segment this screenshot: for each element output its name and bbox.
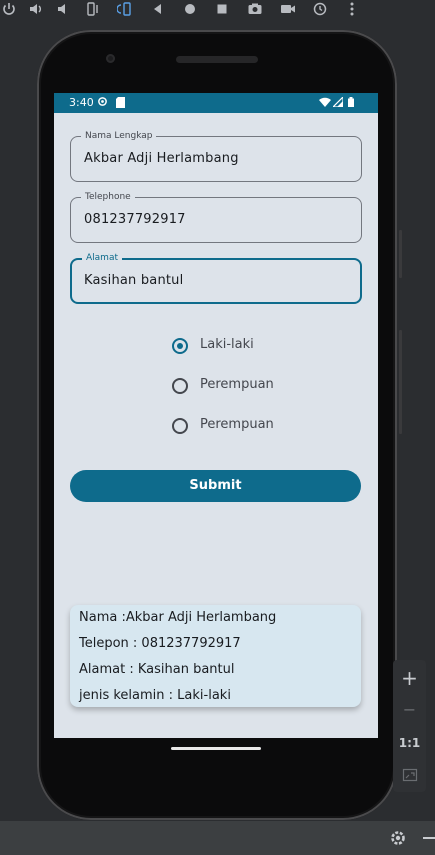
result-card: Nama :Akbar Adji Herlambang Telepon : 08… — [70, 605, 361, 707]
settings-gear-icon[interactable] — [389, 829, 407, 851]
emulator-toolbar — [0, 0, 435, 18]
power-icon[interactable] — [0, 0, 18, 18]
battery-icon — [348, 97, 354, 110]
phone-field[interactable]: Telephone 081237792917 — [70, 190, 362, 243]
result-address: Alamat : Kasihan bantul — [79, 662, 235, 677]
minimize-icon[interactable] — [423, 837, 435, 839]
result-phone: Telepon : 081237792917 — [79, 636, 241, 651]
radio-button[interactable] — [172, 418, 188, 434]
rotate-left-icon[interactable] — [84, 0, 102, 18]
phone-field-value: 081237792917 — [84, 212, 186, 227]
home-icon[interactable] — [181, 0, 199, 18]
zoom-in-button[interactable]: + — [393, 663, 426, 693]
status-time: 3:40 — [69, 96, 94, 109]
address-field-value: Kasihan bantul — [84, 273, 184, 288]
fit-screen-icon[interactable] — [393, 760, 426, 790]
volume-key — [399, 230, 402, 278]
signal-icon — [331, 95, 344, 110]
gender-option-label: Perempuan — [200, 417, 274, 432]
gender-option-label: Perempuan — [200, 377, 274, 392]
volume-down-icon[interactable] — [54, 0, 72, 18]
actual-size-button[interactable]: 1:1 — [393, 728, 426, 758]
gender-option-label: Laki-laki — [200, 337, 254, 352]
front-camera — [106, 54, 115, 63]
snapshot-icon[interactable] — [311, 0, 329, 18]
wifi-icon — [319, 97, 331, 110]
power-key — [399, 330, 402, 434]
app-screen: 3:40 Nama Lengkap Akbar Adji Herlambang … — [54, 93, 378, 738]
phone-field-label: Telephone — [81, 190, 135, 204]
settings-status-icon — [97, 96, 108, 110]
address-field[interactable]: Alamat Kasihan bantul — [70, 251, 362, 304]
radio-button[interactable] — [172, 378, 188, 394]
rotate-right-icon[interactable] — [116, 0, 134, 18]
result-gender: jenis kelamin : Laki-laki — [79, 688, 231, 703]
back-icon[interactable] — [149, 0, 167, 18]
name-field[interactable]: Nama Lengkap Akbar Adji Herlambang — [70, 129, 362, 182]
status-bar: 3:40 — [54, 93, 378, 113]
result-name: Nama :Akbar Adji Herlambang — [79, 610, 277, 625]
more-menu-icon[interactable] — [343, 0, 361, 18]
zoom-out-button[interactable]: − — [393, 695, 426, 725]
emulator-bottom-bar — [0, 821, 435, 855]
volume-up-icon[interactable] — [27, 0, 45, 18]
earpiece-speaker — [176, 56, 258, 63]
submit-button[interactable]: Submit — [70, 470, 361, 502]
address-field-label: Alamat — [82, 251, 122, 265]
emulator-zoom-panel: + − 1:1 — [393, 660, 426, 792]
camera-icon[interactable] — [246, 0, 264, 18]
sd-card-icon — [116, 97, 125, 111]
gesture-nav-bar[interactable] — [171, 747, 261, 750]
name-field-label: Nama Lengkap — [81, 129, 157, 143]
name-field-value: Akbar Adji Herlambang — [84, 151, 239, 166]
video-icon[interactable] — [279, 0, 297, 18]
radio-button-checked[interactable] — [172, 338, 188, 354]
overview-icon[interactable] — [213, 0, 231, 18]
